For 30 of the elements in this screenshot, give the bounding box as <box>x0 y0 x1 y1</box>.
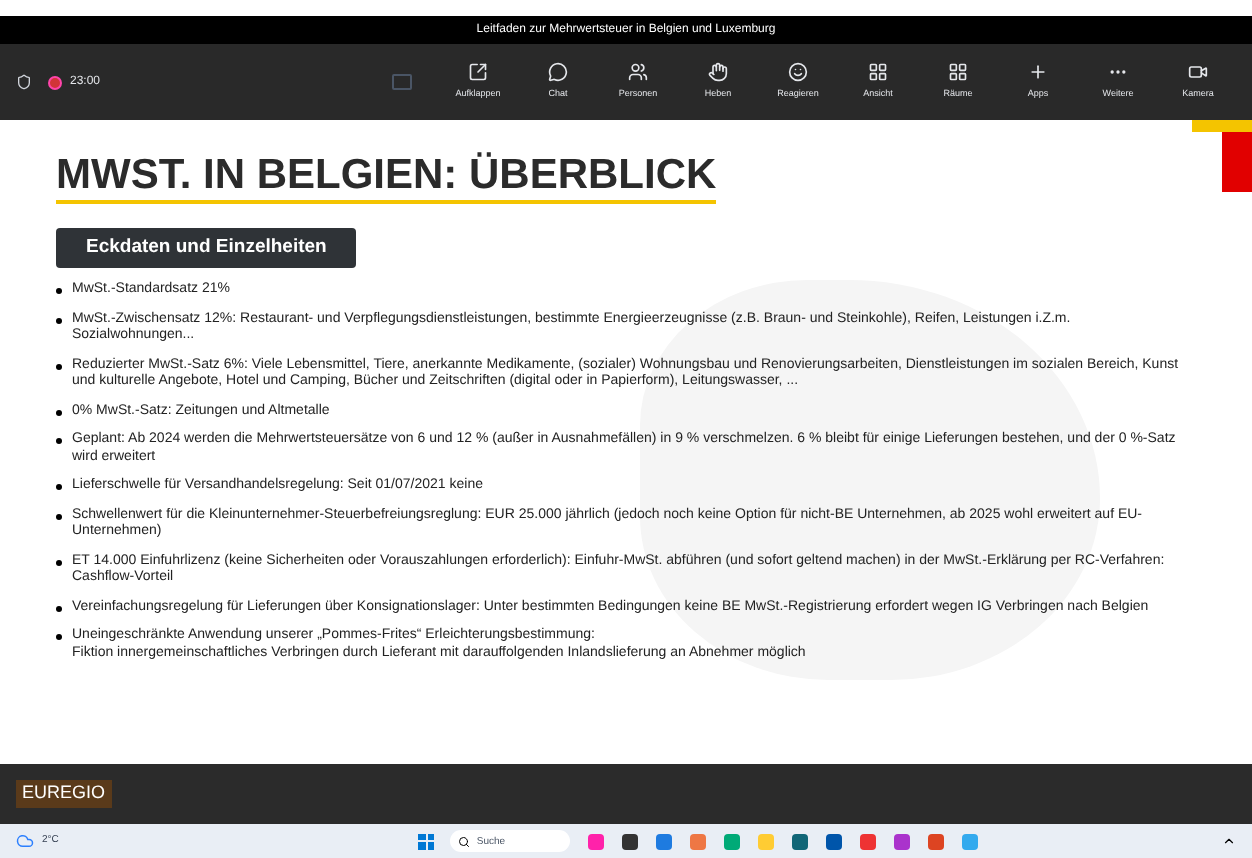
chevron-icon[interactable] <box>1222 834 1236 848</box>
smiley-icon <box>788 62 808 83</box>
bullet-icon <box>56 288 62 295</box>
start-icon[interactable] <box>418 833 435 849</box>
bullet-icon <box>56 513 62 520</box>
bullet-icon <box>56 363 62 370</box>
bullet-icon <box>56 605 62 612</box>
share-icon[interactable] <box>392 74 412 90</box>
recording-icon <box>48 75 62 89</box>
bullet-icon <box>56 317 62 324</box>
camera-icon <box>1188 62 1208 83</box>
slide-title: MWST. IN BELGIEN: ÜBERBLICK <box>56 154 717 204</box>
section-heading: Eckdaten und Einzelheiten <box>56 228 357 269</box>
bullet-icon <box>56 438 62 445</box>
hand-icon <box>708 62 728 83</box>
presenter-logo: EUREGIO <box>16 780 112 808</box>
flag-stripe <box>1192 120 1252 192</box>
people-icon <box>628 62 648 83</box>
plus-icon <box>1028 62 1048 83</box>
popout-icon <box>468 62 488 83</box>
bullet-icon <box>56 559 62 566</box>
weather-icon <box>16 832 34 850</box>
bullet-icon <box>56 484 62 491</box>
search-icon <box>458 835 471 847</box>
bullet-icon <box>56 409 62 416</box>
chat-icon <box>548 62 568 83</box>
grid-icon <box>868 62 888 83</box>
grid-icon <box>948 62 968 83</box>
shield-icon <box>16 74 32 90</box>
bullet-icon <box>56 634 62 641</box>
